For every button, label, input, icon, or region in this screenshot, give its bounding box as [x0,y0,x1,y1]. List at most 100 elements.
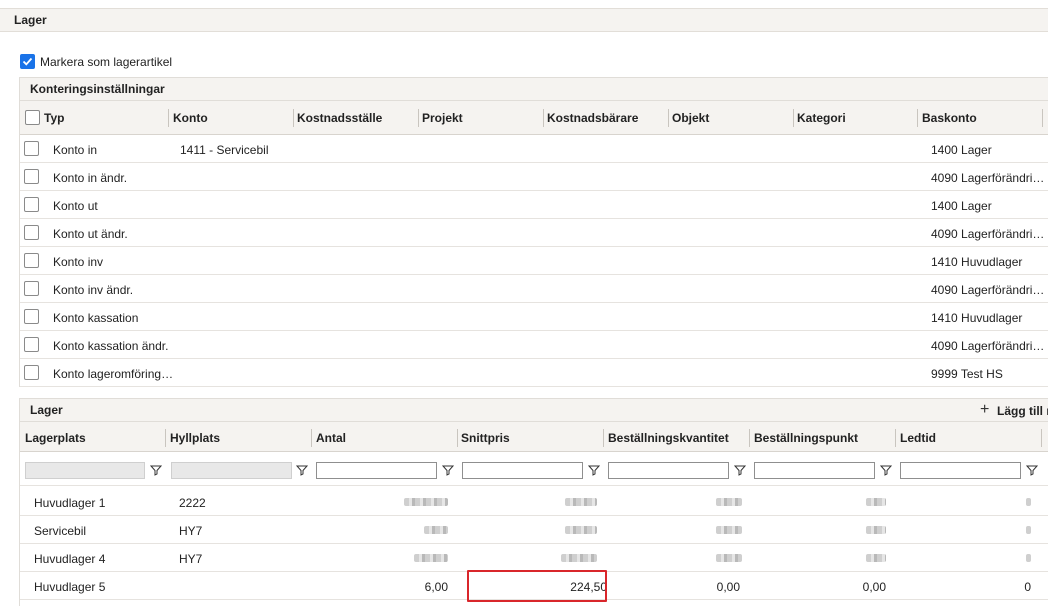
redacted-value [716,498,742,506]
row-checkbox[interactable] [24,225,39,240]
col-projekt[interactable]: Projekt [422,111,463,125]
account-baskonto: 4090 Lagerförändri… [931,339,1045,353]
filter-icon[interactable] [1026,464,1038,476]
stock-lagerplats: Huvudlager 5 [34,580,106,594]
redacted-value [716,554,742,562]
filter-snittpris[interactable] [462,462,583,479]
col-antal[interactable]: Antal [316,431,346,445]
redacted-value [561,554,597,562]
filter-antal[interactable] [316,462,437,479]
checkmark-icon [22,57,33,66]
col-hyllplats[interactable]: Hyllplats [170,431,220,445]
col-kategori[interactable]: Kategori [797,111,846,125]
filter-icon[interactable] [150,464,162,476]
stock-grid-title: Lager [20,398,1048,422]
row-checkbox[interactable] [24,337,39,352]
stock-lagerplats: Huvudlager 4 [34,552,106,566]
col-snittpris[interactable]: Snittpris [461,431,510,445]
stock-bestallningspunkt[interactable]: 0,00 [863,580,886,594]
stock-antal[interactable]: 6,00 [425,580,448,594]
redacted-value [424,526,448,534]
col-lagerplats[interactable]: Lagerplats [25,431,86,445]
account-row[interactable]: Konto ut ändr. 4090 Lagerförändri… [20,219,1048,247]
account-baskonto: 9999 Test HS [931,367,1003,381]
filter-icon[interactable] [880,464,892,476]
row-checkbox[interactable] [24,365,39,380]
redacted-value [414,554,448,562]
account-baskonto: 4090 Lagerförändri… [931,283,1045,297]
redacted-value [1026,526,1031,534]
filter-hyllplats[interactable] [171,462,292,479]
stock-row[interactable]: Servicebil HY7 [20,516,1048,544]
row-checkbox[interactable] [24,141,39,156]
redacted-value [866,526,886,534]
stock-ledtid[interactable]: 0 [1024,580,1031,594]
stock-hyllplats[interactable]: HY7 [179,524,202,538]
col-bestallningskvantitet[interactable]: Beställningskvantitet [608,431,729,445]
filter-icon[interactable] [442,464,454,476]
stock-bestallningskvantitet[interactable]: 0,00 [717,580,740,594]
panel-title: Lager [14,13,47,27]
account-type: Konto ut ändr. [53,227,128,241]
accounts-title: Konteringsinställningar [30,82,165,96]
stock-lagerplats: Servicebil [34,524,87,538]
add-row-label: Lägg till ra [997,404,1048,418]
accounts-grid-title: Konteringsinställningar [20,77,1048,101]
account-row[interactable]: Konto lageromföring… 9999 Test HS [20,359,1048,387]
select-all-checkbox[interactable] [25,110,40,125]
account-type: Konto ut [53,199,98,213]
col-kostnadsstalle[interactable]: Kostnadsställe [297,111,382,125]
account-type: Konto in ändr. [53,171,128,185]
stock-column-header: Lagerplats Hyllplats Antal Snittpris Bes… [20,422,1048,452]
account-baskonto: 4090 Lagerförändri… [931,171,1045,185]
redacted-value [565,526,597,534]
account-row[interactable]: Konto kassation ändr. 4090 Lagerförändri… [20,331,1048,359]
highlight-box [467,570,607,602]
plus-icon: + [980,401,990,418]
col-typ[interactable]: Typ [44,111,64,125]
accounts-grid: Konteringsinställningar Typ Konto Kostna… [19,77,1048,387]
filter-icon[interactable] [734,464,746,476]
filter-lagerplats[interactable] [25,462,145,479]
col-ledtid[interactable]: Ledtid [900,431,936,445]
stock-row[interactable]: Huvudlager 1 2222 [20,488,1048,516]
account-row[interactable]: Konto in ändr. 4090 Lagerförändri… [20,163,1048,191]
redacted-value [716,526,742,534]
stock-item-checkbox[interactable] [20,54,35,69]
filter-ledtid[interactable] [900,462,1021,479]
stock-hyllplats[interactable]: HY7 [179,552,202,566]
col-konto[interactable]: Konto [173,111,208,125]
account-type: Konto inv [53,255,104,269]
filter-icon[interactable] [296,464,308,476]
accounts-column-header: Typ Konto Kostnadsställe Projekt Kostnad… [20,101,1048,135]
account-row[interactable]: Konto in 1411 - Servicebil 1400 Lager [20,135,1048,163]
filter-bestallningskvantitet[interactable] [608,462,729,479]
col-bestallningspunkt[interactable]: Beställningspunkt [754,431,858,445]
row-checkbox[interactable] [24,309,39,324]
account-baskonto: 4090 Lagerförändri… [931,227,1045,241]
redacted-value [866,554,886,562]
row-checkbox[interactable] [24,281,39,296]
account-row[interactable]: Konto kassation 1410 Huvudlager [20,303,1048,331]
row-checkbox[interactable] [24,197,39,212]
account-konto[interactable]: 1411 - Servicebil [180,143,269,157]
col-objekt[interactable]: Objekt [672,111,709,125]
stock-row[interactable]: Huvudlager 4 HY7 [20,544,1048,572]
redacted-value [404,498,448,506]
account-type: Konto in [53,143,98,157]
panel-header: Lager [0,8,1048,32]
filter-icon[interactable] [588,464,600,476]
redacted-value [866,498,886,506]
account-baskonto: 1400 Lager [931,199,992,213]
col-baskonto[interactable]: Baskonto [922,111,977,125]
account-row[interactable]: Konto inv ändr. 4090 Lagerförändri… [20,275,1048,303]
stock-item-label: Markera som lagerartikel [40,55,173,69]
col-kostnadsbarare[interactable]: Kostnadsbärare [547,111,638,125]
filter-bestallningspunkt[interactable] [754,462,875,479]
stock-hyllplats[interactable]: 2222 [179,496,206,510]
account-row[interactable]: Konto ut 1400 Lager [20,191,1048,219]
row-checkbox[interactable] [24,253,39,268]
account-row[interactable]: Konto inv 1410 Huvudlager [20,247,1048,275]
redacted-value [565,498,597,506]
row-checkbox[interactable] [24,169,39,184]
